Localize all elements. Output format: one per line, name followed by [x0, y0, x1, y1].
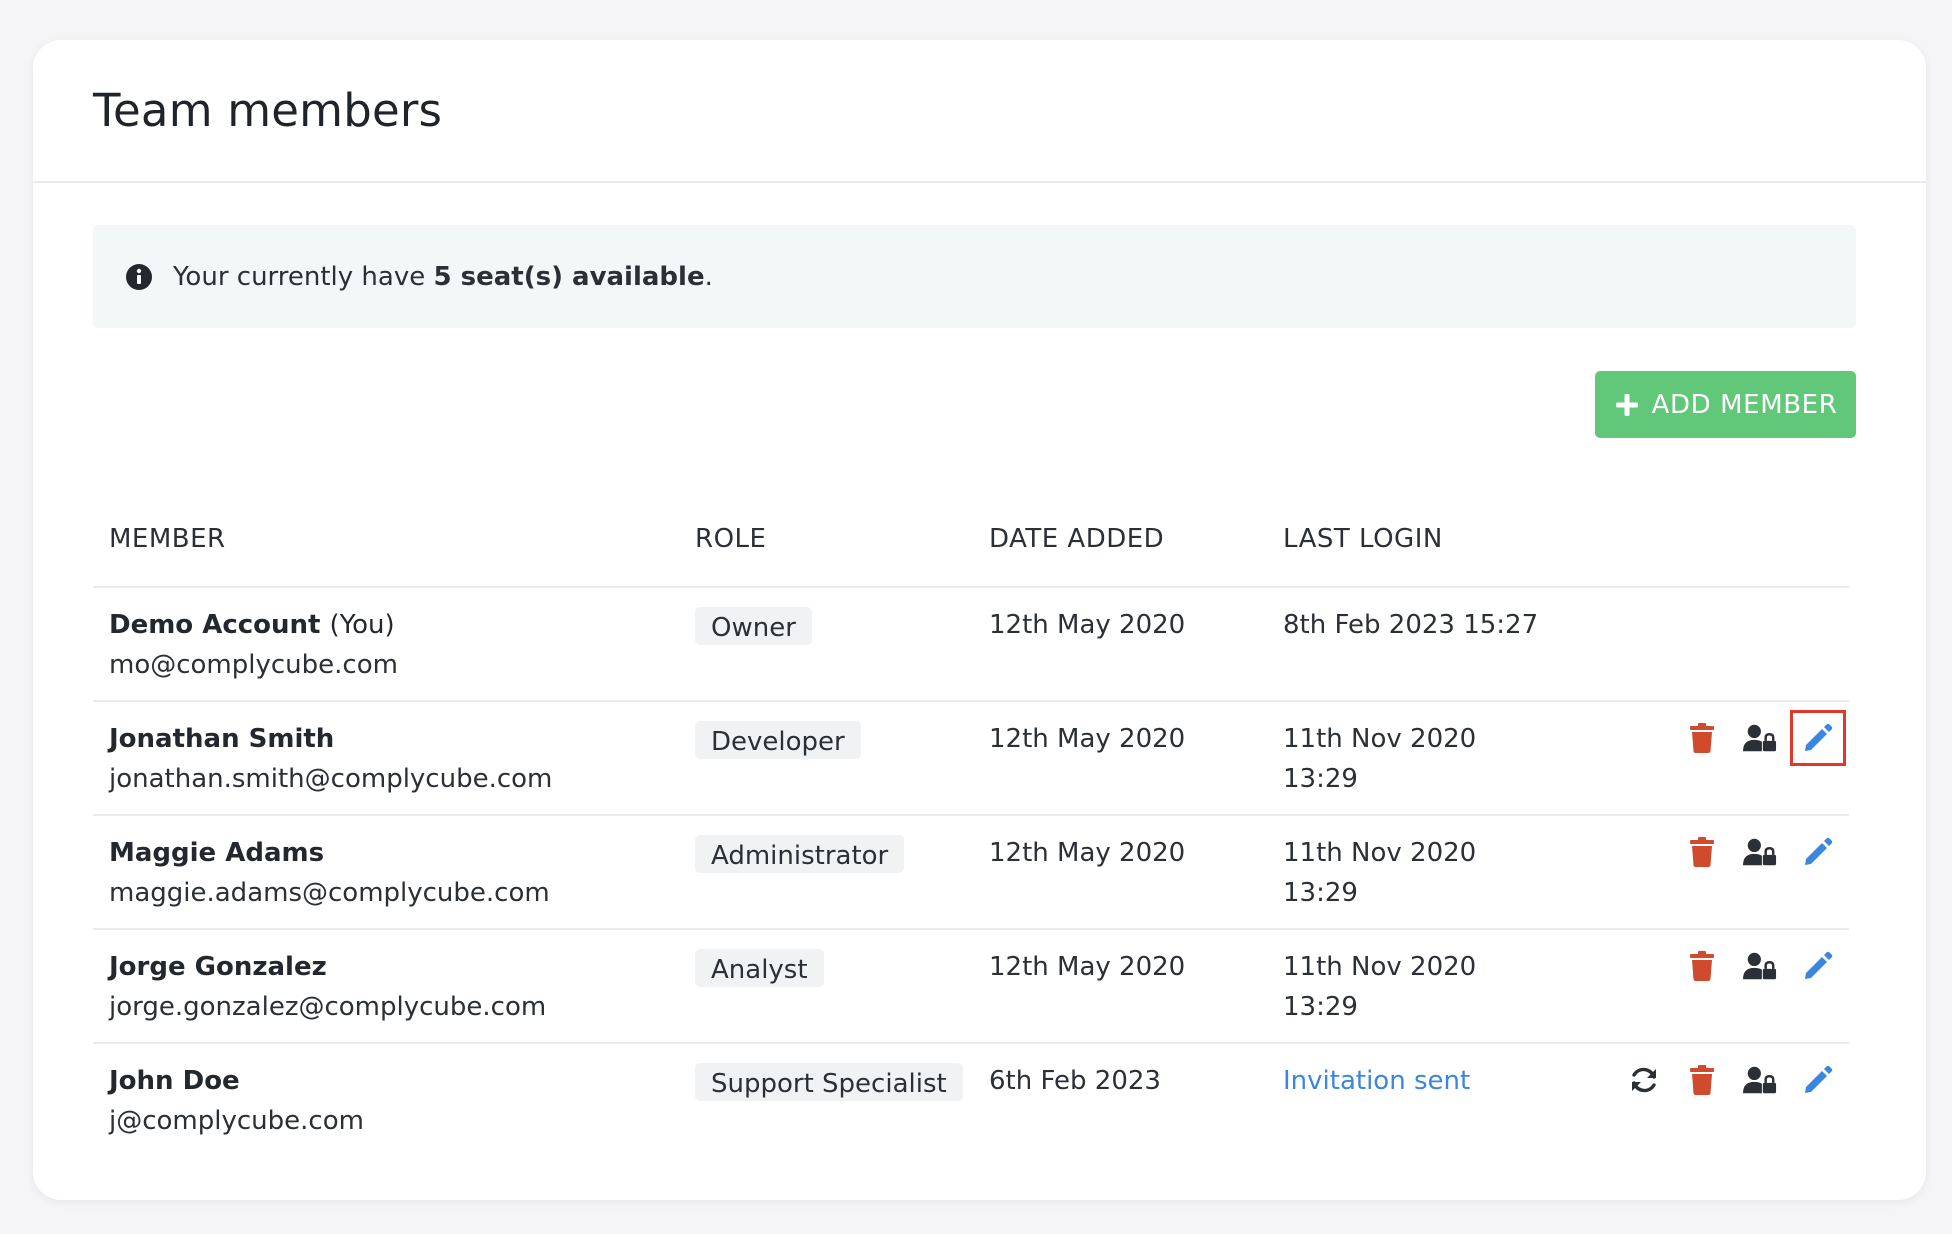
role-cell: Analyst: [679, 929, 973, 1044]
table-row: Maggie Adams maggie.adams@complycube.com…: [93, 815, 1849, 930]
trash-icon[interactable]: [1685, 949, 1719, 983]
trash-icon[interactable]: [1685, 835, 1719, 869]
member-name: Maggie Adams: [109, 838, 325, 868]
seats-notice: Your currently have 5 seat(s) available.: [93, 225, 1856, 328]
role-badge: Developer: [695, 721, 861, 759]
column-header-last-login: LAST LOGIN: [1267, 492, 1527, 588]
refresh-icon[interactable]: [1627, 1063, 1661, 1097]
role-cell: Owner: [679, 587, 973, 702]
notice-seats: 5 seat(s) available: [433, 261, 705, 292]
member-cell: Maggie Adams maggie.adams@complycube.com: [93, 815, 679, 930]
last-login-cell: 11th Nov 2020 13:29: [1267, 815, 1527, 930]
member-name: Demo Account (You): [109, 605, 679, 645]
last-login-cell: 11th Nov 2020 13:29: [1267, 701, 1527, 816]
role-badge: Owner: [695, 607, 812, 645]
members-table: MEMBER ROLE DATE ADDED LAST LOGIN Demo A…: [93, 492, 1849, 1157]
date-added: 12th May 2020: [989, 838, 1186, 868]
row-actions: [1543, 835, 1849, 869]
role-cell: Developer: [679, 701, 973, 816]
member-cell: Jorge Gonzalez jorge.gonzalez@complycube…: [93, 929, 679, 1044]
user-lock-icon[interactable]: [1743, 721, 1777, 755]
date-added-cell: 12th May 2020: [973, 929, 1267, 1044]
member-name-text: Demo Account: [109, 610, 321, 640]
column-header-member: MEMBER: [93, 492, 679, 588]
pencil-icon[interactable]: [1801, 949, 1835, 983]
info-icon: [125, 263, 153, 291]
user-lock-icon[interactable]: [1743, 835, 1777, 869]
member-name: Jorge Gonzalez: [109, 952, 327, 982]
add-member-label: ADD MEMBER: [1651, 389, 1838, 420]
column-header-date-added: DATE ADDED: [973, 492, 1267, 588]
last-login-time: 13:29: [1283, 878, 1358, 908]
member-email: jonathan.smith@complycube.com: [109, 764, 553, 794]
date-added-cell: 12th May 2020: [973, 587, 1267, 702]
notice-suffix: .: [704, 261, 713, 292]
actions-cell: [1527, 929, 1849, 1044]
plus-icon: [1614, 392, 1640, 418]
date-added-cell: 12th May 2020: [973, 815, 1267, 930]
actions-cell: [1527, 1043, 1849, 1157]
pencil-icon[interactable]: [1801, 1063, 1835, 1097]
role-cell: Support Specialist: [679, 1043, 973, 1157]
trash-icon[interactable]: [1685, 721, 1719, 755]
table-header-row: MEMBER ROLE DATE ADDED LAST LOGIN: [93, 492, 1849, 588]
member-email: mo@complycube.com: [109, 650, 398, 680]
column-header-role: ROLE: [679, 492, 973, 588]
table-row: Jorge Gonzalez jorge.gonzalez@complycube…: [93, 929, 1849, 1044]
role-cell: Administrator: [679, 815, 973, 930]
notice-text: Your currently have 5 seat(s) available.: [173, 262, 713, 292]
role-badge: Administrator: [695, 835, 905, 873]
last-login-time: 13:29: [1283, 764, 1358, 794]
member-email: j@complycube.com: [109, 1106, 364, 1136]
member-cell: John Doe j@complycube.com: [93, 1043, 679, 1157]
date-added-cell: 6th Feb 2023: [973, 1043, 1267, 1157]
trash-icon[interactable]: [1685, 1063, 1719, 1097]
row-actions: [1543, 949, 1849, 983]
member-cell: Jonathan Smith jonathan.smith@complycube…: [93, 701, 679, 816]
table-row: John Doe j@complycube.com Support Specia…: [93, 1043, 1849, 1157]
date-added-cell: 12th May 2020: [973, 701, 1267, 816]
date-added: 12th May 2020: [989, 724, 1186, 754]
member-cell: Demo Account (You) mo@complycube.com: [93, 587, 679, 702]
invitation-status: Invitation sent: [1283, 1066, 1471, 1096]
last-login-date: 11th Nov 2020: [1283, 838, 1477, 868]
actions-cell: [1527, 701, 1849, 816]
last-login-date: 11th Nov 2020: [1283, 952, 1477, 982]
you-label: (You): [329, 610, 395, 640]
column-header-actions: [1527, 492, 1849, 588]
actions-cell: [1527, 815, 1849, 930]
table-row: Jonathan Smith jonathan.smith@complycube…: [93, 701, 1849, 816]
row-actions: [1543, 710, 1849, 766]
pencil-icon[interactable]: [1790, 710, 1846, 766]
table-row: Demo Account (You) mo@complycube.com Own…: [93, 587, 1849, 702]
last-login-date: 11th Nov 2020: [1283, 724, 1477, 754]
date-added: 6th Feb 2023: [989, 1066, 1161, 1096]
last-login-time: 13:29: [1283, 992, 1358, 1022]
page-title: Team members: [93, 84, 443, 137]
team-members-card: Team members Your currently have 5 seat(…: [33, 40, 1926, 1200]
last-login: 8th Feb 2023 15:27: [1283, 610, 1539, 640]
date-added: 12th May 2020: [989, 952, 1186, 982]
notice-prefix: Your currently have: [173, 261, 434, 292]
user-lock-icon[interactable]: [1743, 1063, 1777, 1097]
last-login-cell: Invitation sent: [1267, 1043, 1527, 1157]
role-badge: Support Specialist: [695, 1063, 963, 1101]
role-badge: Analyst: [695, 949, 824, 987]
card-header: Team members: [33, 40, 1926, 183]
member-email: jorge.gonzalez@complycube.com: [109, 992, 547, 1022]
member-name: John Doe: [109, 1066, 240, 1096]
member-name: Jonathan Smith: [109, 724, 335, 754]
last-login-cell: 8th Feb 2023 15:27: [1267, 587, 1849, 702]
add-member-button[interactable]: ADD MEMBER: [1595, 371, 1856, 438]
row-actions: [1543, 1063, 1849, 1097]
last-login-cell: 11th Nov 2020 13:29: [1267, 929, 1527, 1044]
user-lock-icon[interactable]: [1743, 949, 1777, 983]
date-added: 12th May 2020: [989, 610, 1186, 640]
member-email: maggie.adams@complycube.com: [109, 878, 550, 908]
pencil-icon[interactable]: [1801, 835, 1835, 869]
